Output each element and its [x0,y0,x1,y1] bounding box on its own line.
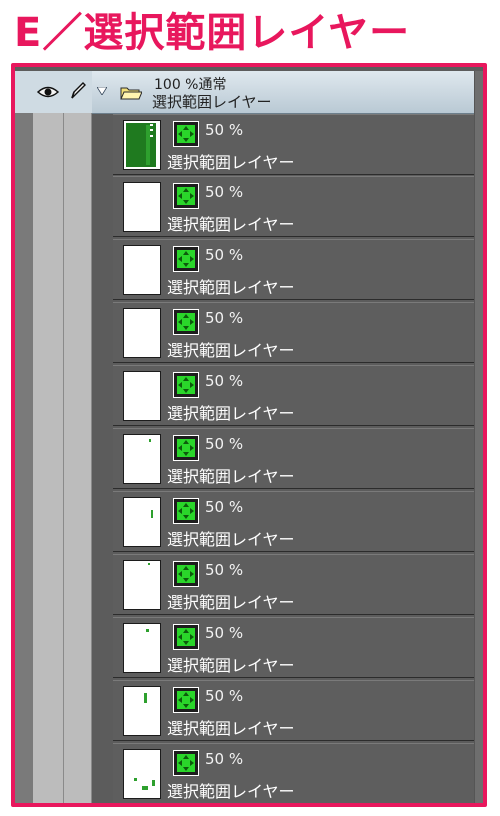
layer-name: 選択範囲レイヤー [167,278,295,297]
layer-row[interactable]: 50 % 選択範囲レイヤー [113,365,474,426]
layer-row[interactable]: 50 % 選択範囲レイヤー [113,302,474,363]
layer-name: 選択範囲レイヤー [167,719,295,738]
layer-thumbnail [123,560,161,610]
selection-layer-icon [173,183,199,209]
layer-thumbnail [123,120,161,170]
layer-row[interactable]: 50 % 選択範囲レイヤー [113,428,474,489]
layer-thumbnail [123,182,161,232]
selection-layer-icon [173,687,199,713]
layer-opacity: 50 % [205,121,244,139]
selection-layer-icon [173,121,199,147]
layer-thumbnail [123,686,161,736]
layer-name: 選択範囲レイヤー [167,593,295,612]
folder-icon [120,87,142,100]
selection-layer-icon [173,309,199,335]
layer-opacity: 50 % [205,498,244,516]
folder-name: 選択範囲レイヤー [152,93,272,111]
page-title: E／選択範囲レイヤー [14,10,411,56]
selection-layer-icon [173,372,199,398]
visibility-column [33,71,64,803]
layer-opacity: 50 % [205,183,244,201]
layer-row[interactable]: 50 % 選択範囲レイヤー [113,239,474,300]
layer-row[interactable]: 50 % 選択範囲レイヤー [113,554,474,615]
layer-opacity: 50 % [205,624,244,642]
layer-panel: 100 %通常 選択範囲レイヤー 50 % 選択範囲レイヤー 50 % 選択範囲… [11,63,487,807]
layer-name: 選択範囲レイヤー [167,782,295,801]
layer-opacity: 50 % [205,246,244,264]
layer-name: 選択範囲レイヤー [167,656,295,675]
layer-opacity: 50 % [205,435,244,453]
layer-thumbnail [123,497,161,547]
selection-layer-icon [173,750,199,776]
layer-name: 選択範囲レイヤー [167,404,295,423]
layer-thumbnail [123,434,161,484]
eye-icon[interactable] [37,84,59,100]
layer-row[interactable]: 50 % 選択範囲レイヤー [113,743,474,803]
layer-row[interactable]: 50 % 選択範囲レイヤー [113,491,474,552]
layer-opacity: 50 % [205,372,244,390]
selection-layer-icon [173,561,199,587]
layer-name: 選択範囲レイヤー [167,215,295,234]
selection-layer-icon [173,624,199,650]
layer-opacity: 50 % [205,561,244,579]
layer-row[interactable]: 50 % 選択範囲レイヤー [113,617,474,678]
layer-opacity: 50 % [205,309,244,327]
layer-name: 選択範囲レイヤー [167,341,295,360]
panel-scrollbar[interactable] [474,71,483,803]
layer-opacity: 50 % [205,750,244,768]
layer-name: 選択範囲レイヤー [167,530,295,549]
edit-lock-column [64,71,92,803]
layer-name: 選択範囲レイヤー [167,467,295,486]
layer-row[interactable]: 50 % 選択範囲レイヤー [113,114,474,175]
layer-row[interactable]: 50 % 選択範囲レイヤー [113,176,474,237]
layer-thumbnail [123,308,161,358]
folder-header[interactable]: 100 %通常 選択範囲レイヤー [92,71,474,114]
layer-thumbnail [123,623,161,673]
layer-name: 選択範囲レイヤー [167,153,295,172]
selection-layer-icon [173,246,199,272]
layer-folder-row[interactable]: 100 %通常 選択範囲レイヤー [15,71,474,114]
selection-layer-icon [173,435,199,461]
expand-triangle-icon[interactable] [97,87,107,95]
pen-icon[interactable] [69,81,87,101]
layer-row[interactable]: 50 % 選択範囲レイヤー [113,680,474,741]
layer-thumbnail [123,371,161,421]
layer-thumbnail [123,749,161,799]
layer-opacity: 50 % [205,687,244,705]
layer-thumbnail [123,245,161,295]
panel-gutter [15,71,34,803]
selection-layer-icon [173,498,199,524]
